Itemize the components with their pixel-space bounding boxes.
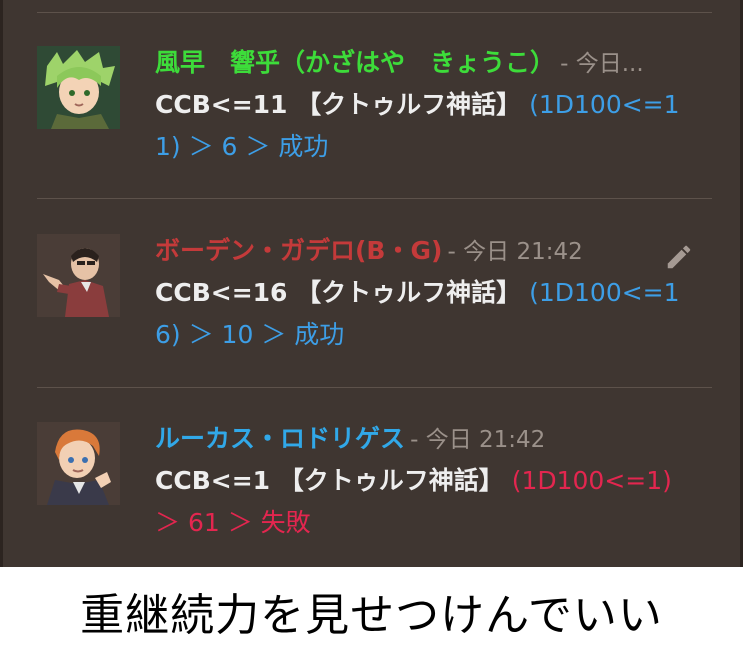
avatar[interactable] (37, 46, 120, 129)
dice-command: CCB<=11 【クトゥルフ神話】 (155, 90, 522, 119)
pencil-icon[interactable] (664, 242, 694, 272)
timestamp: - 今日 21:42 (447, 239, 583, 265)
author-name: ボーデン・ガデロ(B・G) (155, 236, 443, 265)
message-divider (37, 387, 712, 388)
message-body: CCB<=16 【クトゥルフ神話】 (1D100<=16) ＞ 10 ＞ 成功 (155, 272, 716, 356)
chat-log-panel: 風早 響乎（かざはや きょうこ） - 今日... CCB<=11 【クトゥルフ神… (0, 0, 743, 567)
green-haired-avatar-icon (37, 46, 120, 129)
message-divider (37, 12, 712, 13)
dark-haired-avatar-icon (37, 234, 120, 317)
avatar[interactable] (37, 422, 120, 505)
message-body: CCB<=11 【クトゥルフ神話】 (1D100<=11) ＞ 6 ＞ 成功 (155, 84, 716, 168)
avatar[interactable] (37, 234, 120, 317)
ginger-haired-avatar-icon (37, 422, 120, 505)
timestamp: - 今日 21:42 (410, 427, 546, 453)
dice-command: CCB<=1 【クトゥルフ神話】 (155, 466, 504, 495)
author-name: ルーカス・ロドリゲス (155, 424, 406, 453)
author-name: 風早 響乎（かざはや きょうこ） (155, 48, 556, 77)
message-body: CCB<=1 【クトゥルフ神話】 (1D100<=1) ＞ 61 ＞ 失敗 (155, 460, 716, 544)
caption-text: 重継続力を見せつけんでいい (80, 590, 663, 641)
dice-command: CCB<=16 【クトゥルフ神話】 (155, 278, 522, 307)
timestamp: - 今日... (560, 51, 644, 77)
message-divider (37, 198, 712, 199)
